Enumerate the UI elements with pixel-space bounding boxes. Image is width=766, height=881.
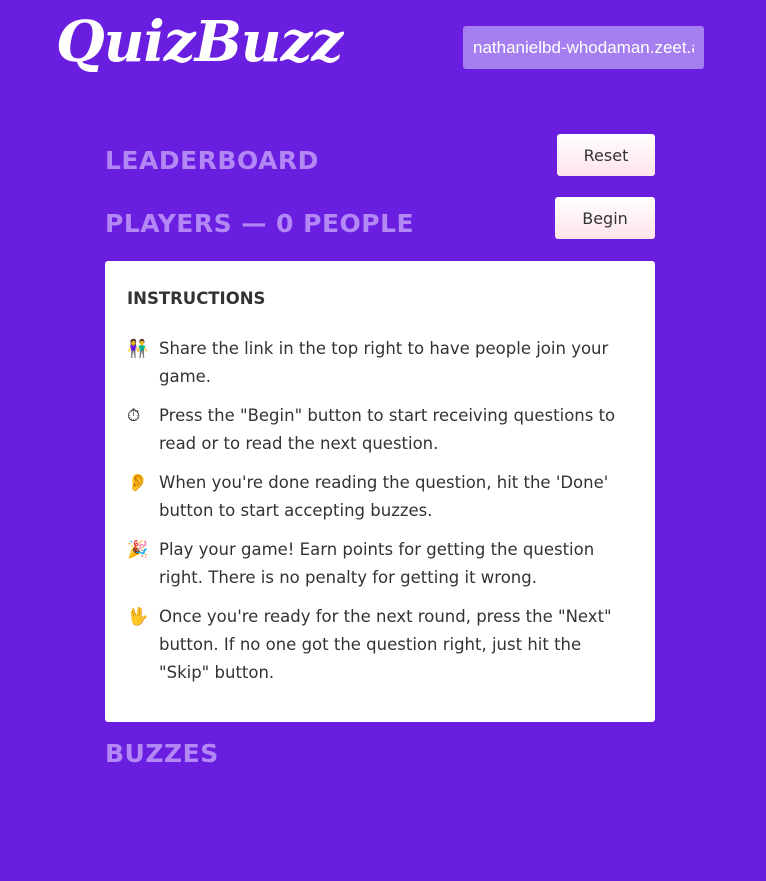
instructions-card: INSTRUCTIONS 👫 Share the link in the top…	[105, 261, 655, 722]
instruction-step: 🎉 Play your game! Earn points for gettin…	[127, 536, 633, 592]
reset-button[interactable]: Reset	[557, 134, 655, 176]
instructions-title: INSTRUCTIONS	[127, 289, 266, 308]
people-holding-hands-icon: 👫	[127, 339, 149, 359]
instruction-text: Share the link in the top right to have …	[159, 339, 609, 386]
instruction-step: 👫 Share the link in the top right to hav…	[127, 335, 633, 391]
instructions-list: 👫 Share the link in the top right to hav…	[127, 335, 633, 687]
instruction-text: Press the "Begin" button to start receiv…	[159, 406, 616, 453]
instruction-text: Once you're ready for the next round, pr…	[159, 607, 612, 682]
begin-button[interactable]: Begin	[555, 197, 655, 239]
vulcan-salute-icon: 🖖	[127, 607, 149, 627]
quizbuzz-logo[interactable]: QuizBuzz	[56, 4, 343, 80]
instruction-step: 👂 When you're done reading the question,…	[127, 469, 633, 525]
instruction-text: When you're done reading the question, h…	[159, 473, 609, 520]
players-heading: PLAYERS — 0 PEOPLE	[105, 209, 415, 238]
share-link-field[interactable]	[463, 26, 704, 69]
leaderboard-heading: LEADERBOARD	[105, 146, 319, 175]
buzzes-heading: BUZZES	[105, 739, 219, 768]
instruction-step: ⏱ Press the "Begin" button to start rece…	[127, 402, 633, 458]
instruction-step: 🖖 Once you're ready for the next round, …	[127, 603, 633, 687]
party-popper-icon: 🎉	[127, 540, 149, 560]
ear-icon: 👂	[127, 473, 149, 493]
instruction-text: Play your game! Earn points for getting …	[159, 540, 595, 587]
stopwatch-icon: ⏱	[127, 406, 141, 426]
